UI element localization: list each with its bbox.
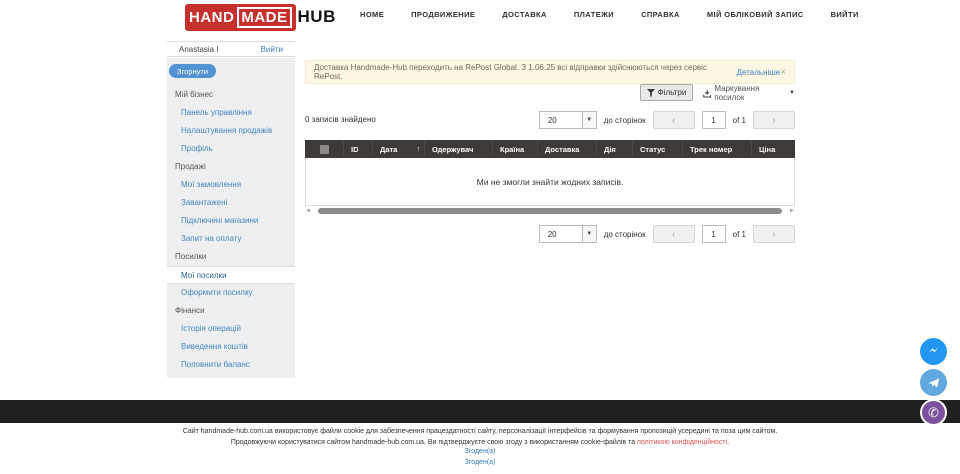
sidebar-item-profile[interactable]: Профіль bbox=[167, 140, 295, 158]
next-page-button[interactable]: › bbox=[753, 111, 795, 129]
page-size-value-bottom: 20 bbox=[540, 226, 582, 242]
next-page-button-bottom[interactable]: › bbox=[753, 225, 795, 243]
cookie-agree-link-1[interactable]: Згоден(а) bbox=[0, 448, 960, 455]
scrollbar-thumb[interactable] bbox=[318, 208, 782, 214]
column-recipient[interactable]: Одержувач bbox=[425, 140, 493, 158]
cookie-line2-prefix: Продовжуючи користуватися сайтом handmad… bbox=[231, 439, 637, 446]
horizontal-scrollbar: ◄ ► bbox=[305, 207, 795, 215]
logo-hand-text: HAND bbox=[189, 9, 234, 26]
page-size-value: 20 bbox=[540, 112, 582, 128]
sidebar-section-finances: Фінанси bbox=[167, 302, 295, 320]
prev-page-button[interactable]: ‹ bbox=[653, 111, 695, 129]
sidebar-item-payment-request[interactable]: Запит на оплату bbox=[167, 230, 295, 248]
footer-dark-bar bbox=[0, 400, 960, 423]
column-price[interactable]: Ціна bbox=[752, 140, 795, 158]
messenger-icon[interactable] bbox=[920, 338, 947, 365]
parcel-marking-label: Маркування посилок bbox=[714, 84, 786, 102]
repost-notice-banner: Доставка Handmade-Hub переходить на RePo… bbox=[305, 60, 795, 84]
sidebar: Згорнути Мій бізнес Панель управління На… bbox=[167, 58, 295, 378]
filters-button[interactable]: Фільтри bbox=[640, 84, 693, 101]
sidebar-item-sales-settings[interactable]: Налаштування продажів bbox=[167, 122, 295, 140]
cookie-agree-link-2[interactable]: Згоден(а) bbox=[0, 459, 960, 466]
page-of-label-bottom: of 1 bbox=[733, 230, 746, 239]
sidebar-item-create-parcel[interactable]: Оформити посилку bbox=[167, 284, 295, 302]
sidebar-item-withdraw-funds[interactable]: Виведення коштів bbox=[167, 338, 295, 356]
sidebar-item-my-parcels[interactable]: Мої посилки bbox=[167, 266, 295, 284]
column-status[interactable]: Статус bbox=[633, 140, 683, 158]
column-delivery[interactable]: Доставка bbox=[538, 140, 597, 158]
parcel-marking-menu[interactable]: Маркування посилок ▼ bbox=[703, 85, 795, 101]
prev-page-button-bottom[interactable]: ‹ bbox=[653, 225, 695, 243]
logo-made-text: MADE bbox=[237, 7, 291, 28]
column-action[interactable]: Дія bbox=[597, 140, 633, 158]
column-track-number[interactable]: Трек номер bbox=[683, 140, 752, 158]
per-page-label-bottom: до сторінок bbox=[604, 230, 646, 239]
viber-icon[interactable]: ✆ bbox=[920, 399, 947, 426]
banner-close-icon[interactable]: × bbox=[780, 67, 786, 78]
viber-phone-icon: ✆ bbox=[928, 406, 939, 419]
select-all-checkbox[interactable] bbox=[320, 145, 329, 154]
sidebar-section-my-business: Мій бізнес bbox=[167, 86, 295, 104]
column-country[interactable]: Країна bbox=[493, 140, 538, 158]
scroll-right-icon[interactable]: ► bbox=[789, 208, 795, 214]
privacy-policy-link[interactable]: політикою конфіденційності bbox=[637, 439, 727, 446]
chevron-down-icon: ▼ bbox=[789, 90, 795, 96]
cookie-notice-line2: Продовжуючи користуватися сайтом handmad… bbox=[0, 438, 960, 449]
column-date[interactable]: Дата ↑ bbox=[373, 140, 425, 158]
cookie-notice-line1: Сайт handmade-hub.com.ua використовує фа… bbox=[0, 427, 960, 438]
pagination-top: 20 ▼ до сторінок ‹ of 1 › bbox=[539, 110, 795, 130]
cookie-notice: Сайт handmade-hub.com.ua використовує фа… bbox=[0, 427, 960, 448]
sidebar-item-connected-shops[interactable]: Підключені магазини bbox=[167, 212, 295, 230]
logo-red-box: HAND MADE bbox=[185, 4, 296, 31]
sidebar-item-my-orders[interactable]: Мої замовлення bbox=[167, 176, 295, 194]
sidebar-item-uploaded[interactable]: Завантажені bbox=[167, 194, 295, 212]
telegram-icon[interactable] bbox=[920, 369, 947, 396]
sidebar-section-parcels: Посилки bbox=[167, 248, 295, 266]
user-name: Anastasia I bbox=[179, 45, 219, 54]
column-id[interactable]: ID bbox=[344, 140, 373, 158]
pagination-bottom: 20 ▼ до сторінок ‹ of 1 › bbox=[539, 224, 795, 244]
telegram-plane-icon bbox=[927, 376, 941, 390]
filters-button-label: Фільтри bbox=[658, 88, 687, 97]
records-count: 0 записів знайдено bbox=[305, 115, 376, 124]
page-size-select[interactable]: 20 ▼ bbox=[539, 111, 597, 129]
column-date-label: Дата bbox=[380, 145, 397, 154]
page-number-input[interactable] bbox=[702, 111, 726, 129]
sidebar-section-sales: Продажі bbox=[167, 158, 295, 176]
logout-link[interactable]: Вийти bbox=[261, 45, 283, 54]
sidebar-item-top-up-balance[interactable]: Поповнити баланс bbox=[167, 356, 295, 374]
table-header-checkbox-cell bbox=[305, 140, 344, 158]
main-content: Доставка Handmade-Hub переходить на RePo… bbox=[305, 0, 795, 400]
page-size-select-bottom[interactable]: 20 ▼ bbox=[539, 225, 597, 243]
sort-asc-icon: ↑ bbox=[417, 146, 421, 153]
table-empty-state: Ми не змогли знайти жодних записів. bbox=[305, 158, 795, 206]
sidebar-item-operations-history[interactable]: Історія операцій bbox=[167, 320, 295, 338]
scrollbar-track[interactable] bbox=[311, 208, 789, 214]
cookie-line2-suffix: . bbox=[727, 439, 729, 446]
banner-details-link[interactable]: Детальніше bbox=[737, 68, 781, 77]
download-tray-icon bbox=[703, 89, 711, 98]
nav-logout[interactable]: ВИЙТИ bbox=[831, 10, 859, 19]
per-page-label: до сторінок bbox=[604, 116, 646, 125]
empty-message: Ми не змогли знайти жодних записів. bbox=[477, 177, 624, 187]
user-bar: Anastasia I Вийти bbox=[167, 41, 295, 57]
page-number-input-bottom[interactable] bbox=[702, 225, 726, 243]
sidebar-item-dashboard[interactable]: Панель управління bbox=[167, 104, 295, 122]
funnel-icon bbox=[647, 89, 655, 97]
messenger-bolt-icon bbox=[926, 344, 941, 359]
parcels-table-header: ID Дата ↑ Одержувач Країна Доставка Дія С… bbox=[305, 140, 795, 158]
select-caret-icon: ▼ bbox=[582, 112, 596, 128]
banner-text: Доставка Handmade-Hub переходить на RePo… bbox=[314, 63, 734, 81]
page-of-label: of 1 bbox=[733, 116, 746, 125]
collapse-sidebar-button[interactable]: Згорнути bbox=[169, 64, 216, 78]
select-caret-icon-bottom: ▼ bbox=[582, 226, 596, 242]
